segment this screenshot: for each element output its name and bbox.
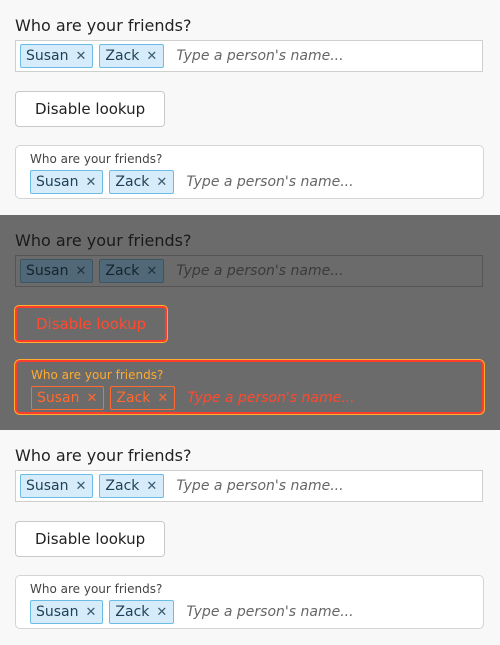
- person-name-input[interactable]: [185, 389, 390, 407]
- remove-chip-icon[interactable]: ✕: [86, 175, 97, 190]
- chip-susan: Susan ✕: [20, 474, 94, 498]
- question-label: Who are your friends?: [15, 16, 192, 35]
- person-name-input[interactable]: [184, 173, 389, 191]
- chip-label: Zack: [105, 478, 140, 494]
- card-label: Who are your friends?: [30, 152, 163, 166]
- question-label: Who are your friends?: [15, 446, 192, 465]
- person-name-input[interactable]: [174, 47, 379, 65]
- remove-chip-icon[interactable]: ✕: [76, 49, 87, 64]
- card-label: Who are your friends?: [30, 582, 163, 596]
- chip-zack: Zack ✕: [99, 474, 165, 498]
- remove-chip-icon[interactable]: ✕: [146, 264, 157, 279]
- chip-zack: Zack ✕: [109, 600, 175, 624]
- chip-susan: Susan ✕: [31, 386, 105, 410]
- friends-picker[interactable]: Susan ✕ Zack ✕: [15, 40, 483, 72]
- chip-susan: Susan ✕: [20, 259, 94, 283]
- chip-zack: Zack ✕: [109, 170, 175, 194]
- remove-chip-icon[interactable]: ✕: [86, 605, 97, 620]
- chip-label: Susan: [26, 48, 69, 64]
- chip-susan: Susan ✕: [30, 600, 104, 624]
- chip-label: Zack: [115, 604, 150, 620]
- chip-label: Zack: [115, 174, 150, 190]
- friends-picker[interactable]: Susan ✕ Zack ✕: [15, 470, 483, 502]
- person-name-input[interactable]: [174, 262, 379, 280]
- disable-lookup-button[interactable]: Disable lookup: [15, 521, 166, 557]
- card-picker[interactable]: Susan ✕ Zack ✕: [30, 170, 389, 194]
- card-picker[interactable]: Susan ✕ Zack ✕: [30, 600, 389, 624]
- disable-lookup-button[interactable]: Disable lookup: [15, 306, 168, 342]
- remove-chip-icon[interactable]: ✕: [157, 391, 168, 406]
- person-name-input[interactable]: [174, 477, 379, 495]
- remove-chip-icon[interactable]: ✕: [156, 605, 167, 620]
- chip-label: Susan: [26, 263, 69, 279]
- remove-chip-icon[interactable]: ✕: [146, 49, 157, 64]
- chip-label: Zack: [105, 48, 140, 64]
- chip-label: Susan: [36, 174, 79, 190]
- chip-label: Susan: [26, 478, 69, 494]
- remove-chip-icon[interactable]: ✕: [76, 479, 87, 494]
- remove-chip-icon[interactable]: ✕: [87, 391, 98, 406]
- disable-lookup-button[interactable]: Disable lookup: [15, 91, 166, 127]
- card-picker[interactable]: Susan ✕ Zack ✕: [31, 386, 390, 410]
- friends-card: Who are your friends? Susan ✕ Zack ✕: [15, 360, 484, 414]
- remove-chip-icon[interactable]: ✕: [146, 479, 157, 494]
- chip-zack: Zack ✕: [99, 259, 165, 283]
- remove-chip-icon[interactable]: ✕: [76, 264, 87, 279]
- person-name-input[interactable]: [184, 603, 389, 621]
- friends-picker[interactable]: Susan ✕ Zack ✕: [15, 255, 483, 287]
- chip-susan: Susan ✕: [30, 170, 104, 194]
- card-label: Who are your friends?: [31, 368, 164, 382]
- chip-label: Susan: [37, 390, 80, 406]
- chip-zack: Zack ✕: [110, 386, 176, 410]
- friends-card: Who are your friends? Susan ✕ Zack ✕: [15, 575, 484, 629]
- chip-zack: Zack ✕: [99, 44, 165, 68]
- friends-form-section-2: Who are your friends? Susan ✕ Zack ✕ Dis…: [0, 215, 500, 430]
- chip-susan: Susan ✕: [20, 44, 94, 68]
- question-label: Who are your friends?: [15, 231, 192, 250]
- remove-chip-icon[interactable]: ✕: [156, 175, 167, 190]
- chip-label: Zack: [105, 263, 140, 279]
- friends-form-section-1: Who are your friends? Susan ✕ Zack ✕ Dis…: [0, 0, 500, 215]
- friends-form-section-3: Who are your friends? Susan ✕ Zack ✕ Dis…: [0, 430, 500, 645]
- friends-card: Who are your friends? Susan ✕ Zack ✕: [15, 145, 484, 199]
- chip-label: Susan: [36, 604, 79, 620]
- chip-label: Zack: [116, 390, 151, 406]
